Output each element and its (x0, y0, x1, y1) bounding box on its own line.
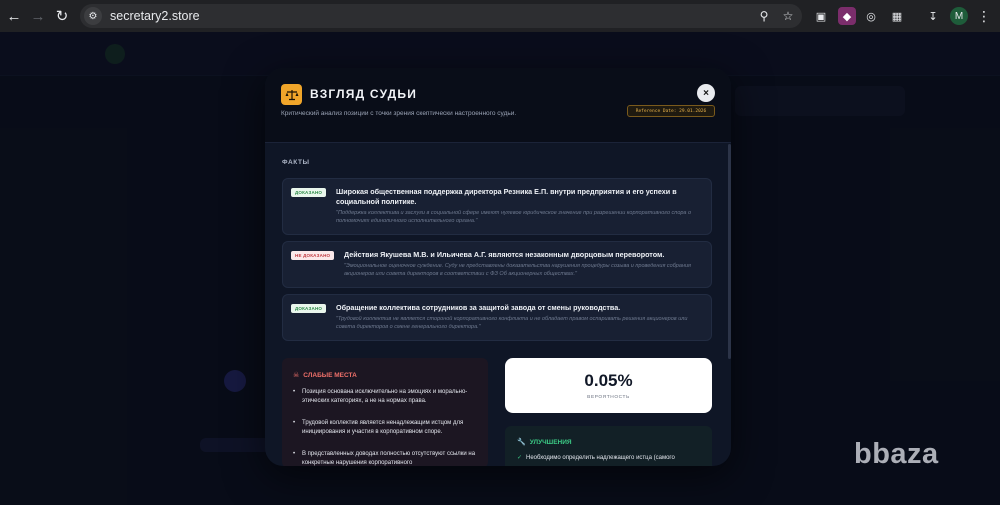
modal-subtitle: Критический анализ позиции с точки зрени… (281, 110, 517, 117)
check-icon: ✓ (517, 455, 523, 461)
fact-title: Действия Якушева М.В. и Ильичева А.Г. яв… (344, 250, 665, 259)
judge-view-modal: ВЗГЛЯД СУДЬИ Критический анализ позиции … (265, 68, 731, 466)
probability-card: 0.05% ВЕРОЯТНОСТЬ (505, 358, 712, 413)
probability-label: ВЕРОЯТНОСТЬ (587, 395, 630, 400)
bullet-icon: • (293, 420, 296, 426)
modal-body[interactable]: ФАКТЫ ДОКАЗАНО Широкая общественная подд… (265, 143, 731, 466)
fact-card: НЕ ДОКАЗАНО Действия Якушева М.В. и Ильи… (282, 241, 712, 288)
status-badge: ДОКАЗАНО (291, 304, 327, 313)
site-info-icon[interactable]: ⚙ (84, 7, 102, 25)
modal-title: ВЗГЛЯД СУДЬИ (310, 87, 418, 101)
close-button[interactable]: × (697, 84, 715, 102)
extension-shield-icon[interactable]: ◆ (838, 7, 856, 25)
zoom-icon[interactable]: ⚲ (756, 8, 772, 24)
bullet-icon: • (293, 451, 296, 457)
back-arrow-icon[interactable]: ← (4, 6, 24, 26)
improvements-panel: 🔧 УЛУЧШЕНИЯ ✓ Необходимо определить надл… (505, 426, 712, 466)
weak-point-text: Позиция основана исключительно на эмоция… (302, 389, 468, 404)
improvements-heading: 🔧 УЛУЧШЕНИЯ (517, 438, 572, 447)
weak-points-panel: ☠ СЛАБЫЕ МЕСТА • Позиция основана исключ… (282, 358, 488, 466)
probability-value: 0.05% (584, 371, 633, 390)
list-item: • Трудовой коллектив является ненадлежащ… (293, 419, 483, 436)
wrench-icon: 🔧 (517, 439, 526, 446)
url-text: secretary2.store (110, 9, 200, 23)
fact-note: "Эмоциональное оценочное суждение. Суду … (344, 263, 691, 277)
facts-heading: ФАКТЫ (282, 159, 310, 166)
status-badge: ДОКАЗАНО (291, 188, 327, 197)
forward-arrow-icon[interactable]: → (28, 6, 48, 26)
fact-title: Широкая общественная поддержка директора… (336, 187, 677, 206)
skull-icon: ☠ (293, 372, 300, 379)
browser-menu-icon[interactable]: ⋮ (976, 7, 992, 25)
fact-card: ДОКАЗАНО Обращение коллектива сотруднико… (282, 294, 712, 341)
improvements-title: УЛУЧШЕНИЯ (529, 438, 572, 446)
address-bar[interactable]: ⚙ secretary2.store ⚲ ☆ (80, 4, 802, 28)
list-item: ✓ Необходимо определить надлежащего истц… (517, 454, 707, 463)
modal-header: ВЗГЛЯД СУДЬИ Критический анализ позиции … (265, 68, 731, 143)
extensions-puzzle-icon[interactable]: ▦ (888, 7, 906, 25)
extension-media-icon[interactable]: ▣ (812, 7, 830, 25)
watermark-logo: bbaza (854, 438, 939, 470)
weak-point-text: Трудовой коллектив является ненадлежащим… (302, 420, 464, 435)
profile-avatar[interactable]: M (950, 7, 968, 25)
fact-card: ДОКАЗАНО Широкая общественная поддержка … (282, 178, 712, 235)
improvement-text: Необходимо определить надлежащего истца … (526, 455, 675, 461)
reference-date-badge: Reference Date: 29.01.2026 (627, 105, 715, 117)
extension-globe-icon[interactable]: ◎ (862, 7, 880, 25)
list-item: • Позиция основана исключительно на эмоц… (293, 388, 483, 405)
browser-toolbar: ← → ↻ ⚙ secretary2.store ⚲ ☆ ▣ ◆ ◎ ▦ ↧ M… (0, 0, 1000, 32)
download-icon[interactable]: ↧ (924, 7, 942, 25)
list-item: • В представленных доводах полностью отс… (293, 450, 483, 466)
weak-points-heading: ☠ СЛАБЫЕ МЕСТА (293, 371, 357, 380)
reload-icon[interactable]: ↻ (52, 6, 72, 26)
weak-point-text: В представленных доводах полностью отсут… (302, 451, 476, 466)
bookmark-star-icon[interactable]: ☆ (780, 8, 796, 24)
fact-title: Обращение коллектива сотрудников за защи… (336, 303, 621, 312)
fact-note: "Поддержка коллектива и заслуги в социал… (336, 210, 692, 224)
modal-scrollbar[interactable] (728, 144, 731, 359)
scales-icon (281, 84, 302, 105)
weak-points-title: СЛАБЫЕ МЕСТА (303, 371, 357, 379)
bullet-icon: • (293, 389, 296, 395)
status-badge: НЕ ДОКАЗАНО (291, 251, 335, 260)
fact-note: "Трудовой коллектив не является стороной… (336, 316, 688, 330)
